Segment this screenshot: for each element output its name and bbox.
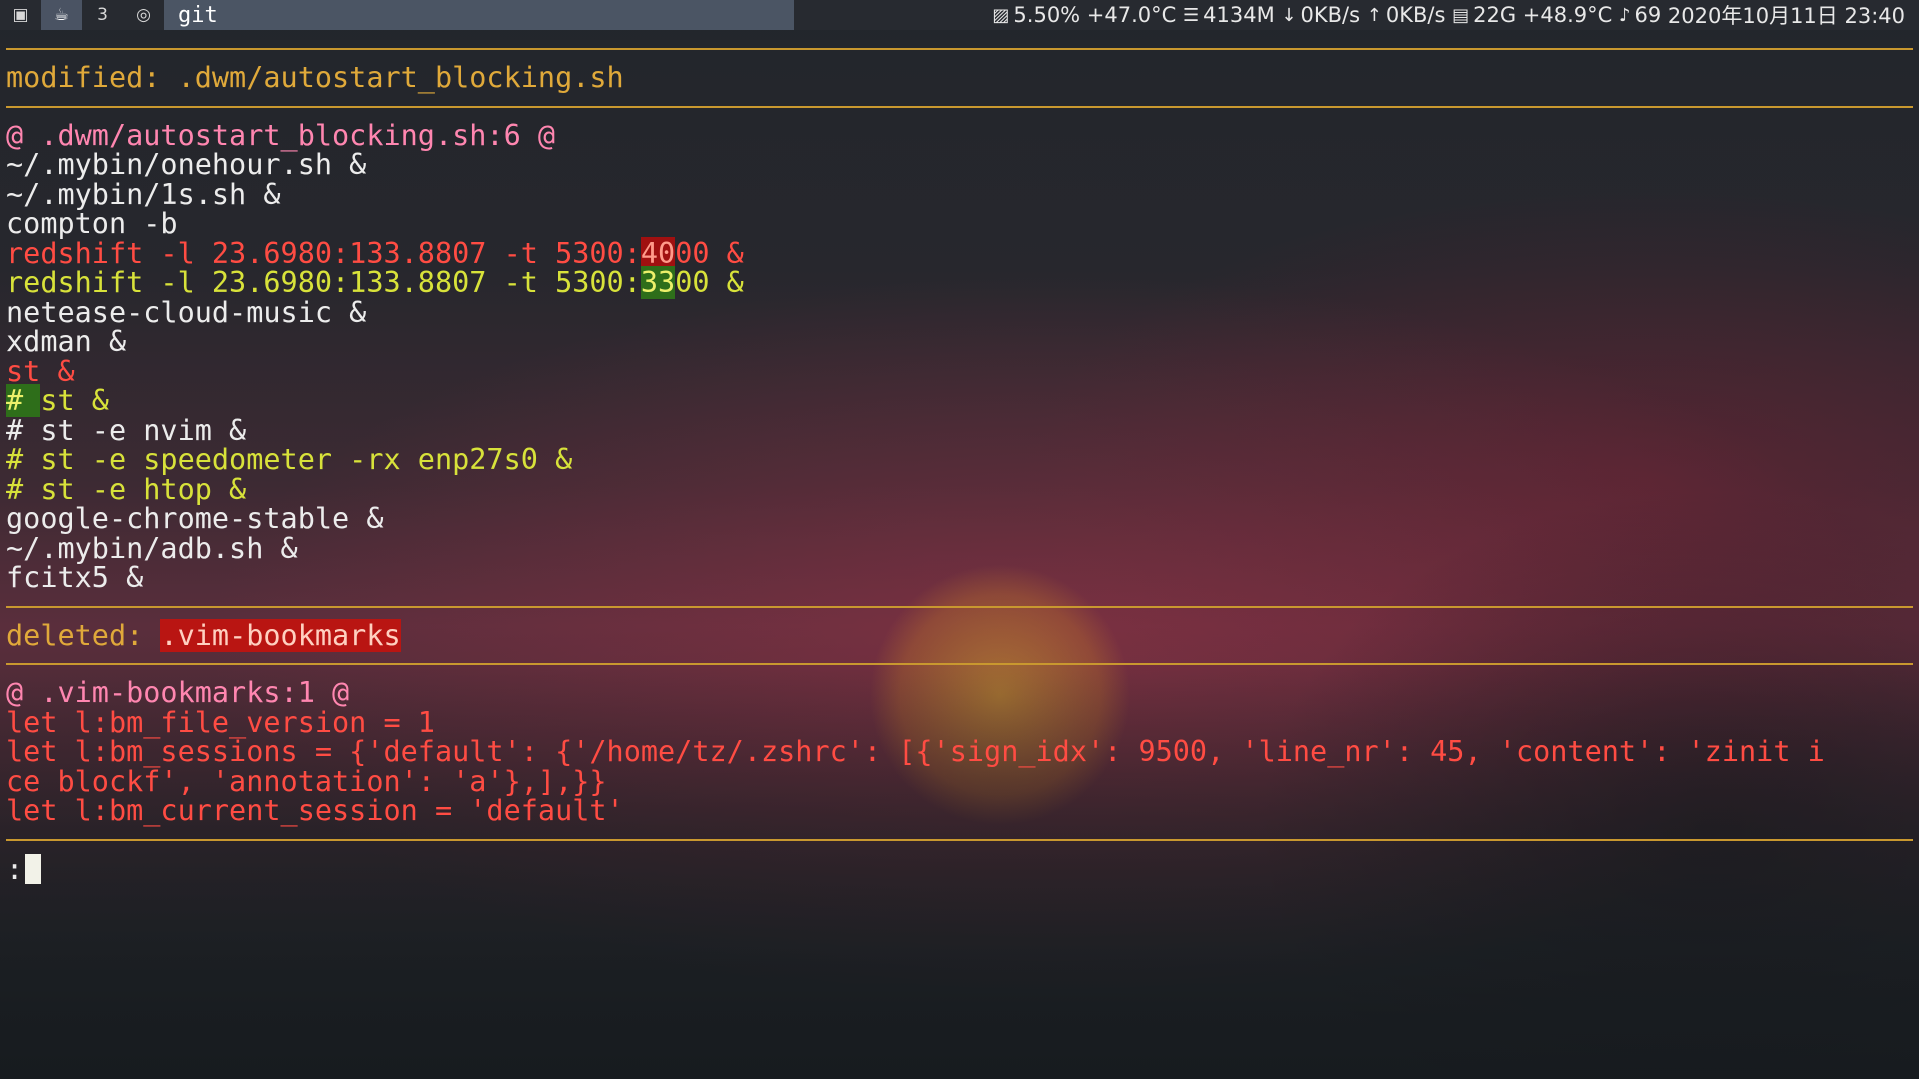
context-line: google-chrome-stable & (6, 502, 384, 535)
clock: 2020年10月11日 23:40 (1667, 4, 1905, 28)
context-line: fcitx5 & (6, 561, 144, 594)
bell-icon: ♪ (1618, 4, 1631, 26)
system-status: ▨ 5.50% +47.0°C ☰ 4134M ↓ 0KB/s ↑ 0KB/s ▤ 22G… (794, 0, 1919, 30)
deleted-text: redshift -l 23.6980:133.8807 -t 5300: (6, 236, 641, 270)
context-line: compton -b (6, 207, 178, 240)
deleted-line: let l:bm_sessions = {'default': {'/home/… (6, 735, 1825, 768)
added-line: # st & (6, 384, 1913, 417)
divider (6, 105, 1913, 108)
tag-3-icon[interactable]: 3 (82, 0, 123, 30)
hunk-header: @ .dwm/autostart_blocking.sh:6 @ (6, 118, 556, 152)
context-line: netease-cloud-music & (6, 295, 367, 329)
context-line: xdman & (6, 325, 127, 358)
arrow-up-icon: ↑ (1366, 4, 1382, 26)
divider (6, 605, 1913, 608)
memory-status: 4134M (1203, 3, 1275, 27)
context-line: ~/.mybin/adb.sh & (6, 531, 298, 565)
hunk-header: @ .vim-bookmarks:1 @ (6, 676, 350, 709)
cup-icon[interactable]: ☕ (41, 0, 82, 30)
deleted-line: st & (6, 354, 75, 388)
cpu-status: 5.50% +47.0°C (1013, 3, 1177, 27)
added-text: 00 & (675, 266, 744, 299)
terminal-diff-view[interactable]: modified: .dwm/autostart_blocking.sh @ .… (6, 36, 1913, 886)
context-line: ~/.mybin/onehour.sh & (6, 148, 367, 181)
dwm-status-bar: ▣ ☕ 3 ◎ git ▨ 5.50% +47.0°C ☰ 4134M ↓ 0KB/s… (0, 0, 1919, 30)
file-header-modified: modified: .dwm/autostart_blocking.sh (6, 61, 624, 94)
memory-icon: ☰ (1183, 4, 1200, 26)
prompt-colon: : (6, 852, 24, 886)
deleted-filename: .vim-bookmarks (160, 618, 401, 652)
window-title: git (164, 0, 794, 30)
added-text: st & (40, 384, 109, 417)
arrow-down-icon: ↓ (1281, 4, 1297, 26)
context-line: ~/.mybin/1s.sh & (6, 177, 281, 211)
disk-status: 22G +48.9°C (1473, 3, 1613, 27)
deleted-label: deleted: (6, 618, 161, 652)
added-highlight: # (6, 384, 41, 417)
upload-speed: 0KB/s (1385, 3, 1446, 27)
download-speed: 0KB/s (1300, 3, 1361, 27)
disk-icon: ▤ (1452, 4, 1470, 26)
deleted-text: 00 & (675, 236, 744, 270)
divider (6, 663, 1913, 665)
terminal-icon[interactable]: ▣ (0, 0, 41, 30)
added-line: redshift -l 23.6980:133.8807 -t 5300:330… (6, 266, 1913, 299)
added-line: # st -e speedometer -rx enp27s0 & (6, 443, 573, 476)
deleted-highlight: 40 (640, 236, 676, 270)
deleted-line: redshift -l 23.6980:133.8807 -t 5300:400… (6, 236, 1913, 270)
deleted-line: let l:bm_current_session = 'default' (6, 794, 624, 827)
divider (6, 838, 1913, 841)
notification-count: 69 (1634, 3, 1662, 27)
deleted-line: let l:bm_file_version = 1 (6, 705, 435, 739)
text-cursor (25, 853, 42, 884)
added-line: # st -e htop & (6, 472, 247, 506)
added-highlight: 33 (640, 266, 676, 299)
cpu-icon: ▨ (992, 4, 1010, 26)
tag-list: ▣ ☕ 3 ◎ (0, 0, 164, 30)
eye-icon[interactable]: ◎ (123, 0, 164, 30)
added-text: redshift -l 23.6980:133.8807 -t 5300: (6, 266, 641, 299)
divider (6, 48, 1913, 50)
deleted-line: ce blockf', 'annotation': 'a'},],}} (6, 764, 607, 798)
command-prompt[interactable]: : (6, 852, 1913, 886)
context-line: # st -e nvim & (6, 413, 247, 447)
file-header-deleted: deleted: .vim-bookmarks (6, 618, 1913, 652)
